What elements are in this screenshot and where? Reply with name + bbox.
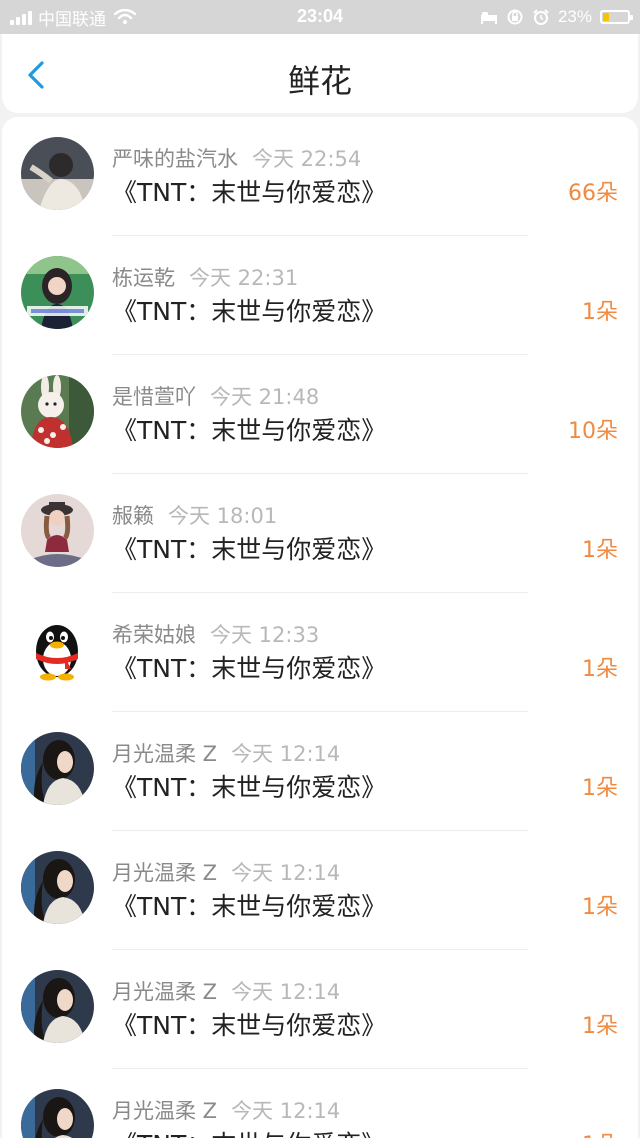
sender-name: 月光温柔 Z [112,1099,218,1123]
flower-count: 10朵 [568,419,618,444]
sender-name: 严味的盐汽水 [112,147,238,171]
flower-count: 1朵 [582,300,618,325]
timestamp: 今天 12:33 [210,623,320,647]
sender-name: 月光温柔 Z [112,861,218,885]
timestamp: 今天 18:01 [168,504,278,528]
sender-line: 月光温柔 Z 今天 12:14 [112,1095,340,1125]
book-title: 《TNT：末世与你爱恋》 [112,178,387,207]
sender-line: 月光温柔 Z 今天 12:14 [112,857,340,887]
avatar[interactable] [21,494,94,567]
timestamp: 今天 22:54 [252,147,362,171]
flower-count: 1朵 [582,1127,618,1138]
flower-count: 1朵 [582,776,618,801]
book-title: 《TNT：末世与你爱恋》 [112,1125,386,1138]
avatar[interactable] [21,137,94,210]
status-bar: 中国联通 23:04 23% [0,0,640,34]
list-item[interactable]: 月光温柔 Z 今天 12:14 《TNT：末世与你爱恋》 1朵 [2,831,638,950]
page-title: 鲜花 [287,62,352,100]
book-title: 《TNT：末世与你爱恋》 [112,297,387,326]
battery-icon [600,10,633,24]
avatar[interactable] [21,851,94,924]
sender-line: 月光温柔 Z 今天 12:14 [112,738,340,768]
sender-line: 赧籁 今天 18:01 [112,500,277,530]
list-item[interactable]: 月光温柔 Z 今天 12:14 《TNT：末世与你爱恋》 1朵 [2,712,638,831]
timestamp: 今天 12:14 [231,742,341,766]
list-item[interactable]: 严味的盐汽水 今天 22:54 《TNT：末世与你爱恋》 66朵 [2,117,638,236]
sender-line: 严味的盐汽水 今天 22:54 [112,143,361,173]
book-title: 《TNT：末世与你爱恋》 [112,1011,387,1040]
sender-line: 月光温柔 Z 今天 12:14 [112,976,340,1006]
avatar[interactable] [21,256,94,329]
avatar[interactable] [21,732,94,805]
book-title: 《TNT：末世与你爱恋》 [112,535,387,564]
bed-icon [480,12,497,24]
rotation-lock-icon [507,9,523,25]
timestamp: 今天 12:14 [231,980,341,1004]
battery-percent: 23% [557,7,592,26]
sender-name: 月光温柔 Z [112,742,218,766]
list-item[interactable]: 希荣姑娘 今天 12:33 《TNT：末世与你爱恋》 1朵 [2,593,638,712]
sender-name: 赧籁 [112,504,154,528]
qq-penguin-icon [21,613,94,686]
list-item[interactable]: 赧籁 今天 18:01 《TNT：末世与你爱恋》 1朵 [2,474,638,593]
nav-bar: 鲜花 [2,34,638,113]
battery-fill [603,13,609,21]
flower-count: 1朵 [582,895,618,920]
flower-count: 1朵 [582,538,618,563]
flower-count: 1朵 [582,657,618,682]
flower-list: 严味的盐汽水 今天 22:54 《TNT：末世与你爱恋》 66朵 栋运乾 今天 22… [2,117,638,1138]
timestamp: 今天 21:48 [210,385,320,409]
sender-line: 希荣姑娘 今天 12:33 [112,619,319,649]
list-item[interactable]: 栋运乾 今天 22:31 《TNT：末世与你爱恋》 1朵 [2,236,638,355]
book-title: 《TNT：末世与你爱恋》 [112,654,387,683]
timestamp: 今天 12:14 [231,1099,341,1123]
status-right: 23% [480,6,633,28]
book-title: 《TNT：末世与你爱恋》 [112,892,387,921]
sender-name: 希荣姑娘 [112,623,196,647]
avatar[interactable] [21,375,94,448]
flower-count: 1朵 [582,1014,618,1039]
sender-line: 是惜萱吖 今天 21:48 [112,381,319,411]
list-item[interactable]: 月光温柔 Z 今天 12:14 《TNT：末世与你爱恋》 1朵 [2,950,638,1069]
list-item[interactable]: 月光温柔 Z 今天 12:14 《TNT：末世与你爱恋》 1朵 [2,1069,638,1138]
alarm-icon [533,9,549,25]
sender-line: 栋运乾 今天 22:31 [112,262,298,292]
timestamp: 今天 12:14 [231,861,341,885]
flower-count: 66朵 [568,181,618,206]
sender-name: 是惜萱吖 [112,385,196,409]
book-title: 《TNT：末世与你爱恋》 [112,773,387,802]
avatar[interactable] [21,1089,94,1138]
timestamp: 今天 22:31 [189,266,299,290]
list-item[interactable]: 是惜萱吖 今天 21:48 《TNT：末世与你爱恋》 10朵 [2,355,638,474]
avatar[interactable] [21,613,94,686]
book-title: 《TNT：末世与你爱恋》 [112,416,387,445]
sender-name: 月光温柔 Z [112,980,218,1004]
avatar[interactable] [21,970,94,1043]
sender-name: 栋运乾 [112,266,175,290]
